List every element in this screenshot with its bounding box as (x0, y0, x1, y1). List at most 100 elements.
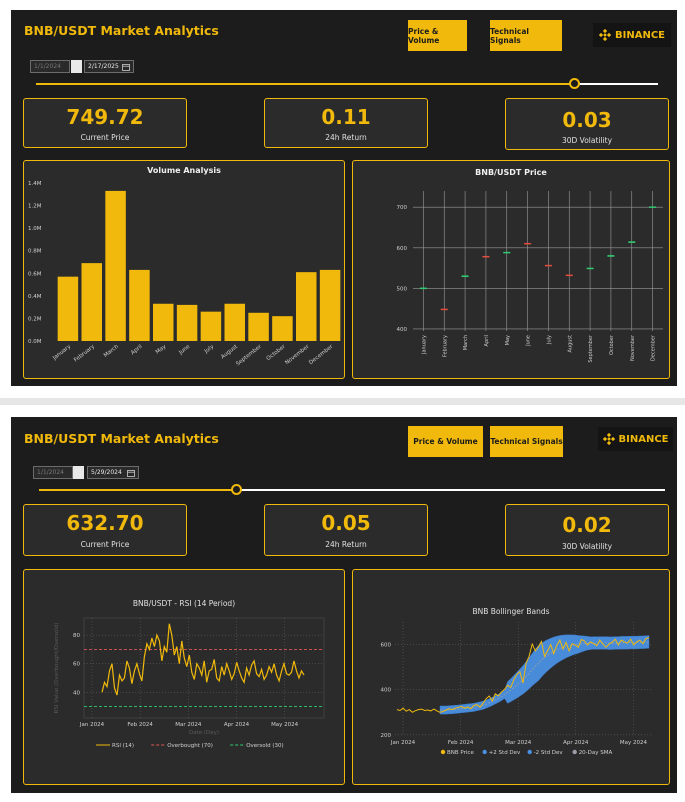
x-tick-label: March (103, 344, 120, 359)
x-tick-label: April (484, 335, 490, 346)
x-tick-label: August (567, 335, 573, 353)
end-date-value: 5/29/2024 (91, 469, 122, 476)
dashboard-panel-2: BNB/USDT Market Analytics Price & Volume… (11, 417, 677, 793)
legend-label: +2 Std Dev (489, 750, 521, 756)
price-candle (565, 274, 573, 277)
app-title: BNB/USDT Market Analytics (24, 23, 219, 38)
x-tick-label: Mar 2024 (175, 722, 202, 728)
kpi-value: 749.72 (66, 105, 144, 129)
x-tick-label: October (266, 343, 288, 362)
calendar-icon[interactable] (127, 469, 135, 477)
x-tick-label: Feb 2024 (127, 722, 153, 728)
date-slider-thumb[interactable] (569, 78, 580, 89)
technical-signals-button[interactable]: Technical Signals (490, 426, 563, 457)
y-tick-label: 1.4M (28, 181, 42, 187)
x-tick-label: November (284, 343, 311, 366)
start-date-input[interactable]: 1/1/2024 (30, 60, 70, 73)
date-slider-track[interactable] (36, 83, 658, 85)
x-tick-label: January (51, 343, 72, 362)
kpi-label: Current Price (80, 133, 130, 142)
date-slider-track[interactable] (39, 489, 665, 491)
kpi-value: 0.02 (562, 513, 612, 537)
price-candle (419, 287, 427, 290)
bollinger-chart-panel: BNB Bollinger Bands 200 400 600 Jan 2024 Feb … (352, 569, 670, 785)
kpi-current-price: 749.72 Current Price (23, 98, 187, 148)
y-tick-label: 1.2M (28, 204, 42, 210)
end-date-input[interactable]: 2/17/2025 (84, 60, 134, 73)
dashboard-panel-1: BNB/USDT Market Analytics Price & Volume… (11, 10, 677, 386)
volume-bar (248, 312, 269, 341)
volume-bar (272, 316, 293, 341)
x-tick-label: May (155, 343, 168, 355)
volume-chart-panel: Volume Analysis 0.0M 0.2M 0.4M 0.6M 0.8M 1.0M 1… (23, 160, 345, 379)
app-title: BNB/USDT Market Analytics (24, 431, 219, 446)
y-tick-label: 600 (397, 246, 408, 252)
start-date-input[interactable]: 1/1/2024 (33, 466, 73, 479)
volume-bar (319, 269, 341, 341)
calendar-icon[interactable] (122, 63, 130, 71)
chart-title: BNB Bollinger Bands (472, 607, 549, 616)
x-tick-label: June (177, 343, 191, 356)
x-tick-label: Apr 2024 (224, 722, 250, 728)
kpi-label: 30D Volatility (561, 136, 613, 145)
y-tick-label: 400 (397, 327, 408, 333)
x-tick-label: March (463, 335, 469, 350)
kpi-24h-return: 0.05 24h Return (264, 504, 428, 556)
x-tick-label: Mar 2024 (505, 740, 532, 746)
legend-label: Oversold (30) (246, 743, 284, 749)
x-tick-label: Apr 2024 (563, 740, 589, 746)
technical-signals-button[interactable]: Technical Signals (490, 20, 562, 51)
chart-title: BNB/USDT - RSI (14 Period) (133, 599, 235, 608)
date-slider-fill (39, 489, 236, 491)
kpi-value: 0.05 (321, 511, 371, 535)
x-tick-label: November (630, 334, 636, 361)
x-tick-label: Jan 2024 (79, 722, 105, 728)
legend-label: 20-Day SMA (579, 750, 613, 756)
logo-text: BINANCE (618, 433, 669, 445)
date-slider-thumb[interactable] (231, 484, 242, 495)
price-candle (482, 255, 490, 258)
legend-label: BNB Price (447, 750, 474, 756)
bollinger-chart: BNB Bollinger Bands 200 400 600 Jan 2024 Feb … (381, 607, 651, 756)
volume-bar (81, 263, 102, 341)
date-separator (71, 60, 82, 73)
kpi-current-price: 632.70 Current Price (23, 504, 187, 556)
price-volume-button[interactable]: Price & Volume (408, 426, 483, 457)
legend-label: -2 Std Dev (534, 750, 564, 756)
price-candle (586, 267, 594, 270)
x-tick-label: February (442, 335, 448, 357)
volume-chart: Volume Analysis 0.0M 0.2M 0.4M 0.6M 0.8M 1.0M 1… (28, 166, 341, 367)
x-tick-label: May 2024 (271, 722, 299, 728)
kpi-label: 30D Volatility (561, 542, 613, 551)
x-tick-label: September (235, 343, 263, 367)
y-tick-label: 0.0M (28, 339, 42, 345)
x-tick-label: September (588, 334, 594, 363)
price-candle (628, 241, 636, 243)
y-tick-label: 60 (73, 662, 80, 668)
rsi-chart-panel: BNB/USDT - RSI (14 Period) 40 60 80 Jan 2024… (23, 569, 345, 785)
rsi-chart: BNB/USDT - RSI (14 Period) 40 60 80 Jan 2024… (54, 599, 325, 749)
binance-diamond-icon (599, 29, 611, 41)
y-tick-label: 0.4M (28, 294, 42, 300)
x-tick-label: August (220, 343, 240, 360)
price-volume-button[interactable]: Price & Volume (408, 20, 467, 51)
x-tick-label: October (609, 334, 615, 355)
x-tick-label: Jan 2024 (390, 740, 416, 746)
y-tick-label: 500 (397, 286, 408, 292)
y-tick-label: 80 (73, 633, 80, 639)
volume-bar (296, 272, 317, 341)
date-slider-fill (36, 83, 575, 85)
x-tick-label: February (73, 343, 96, 363)
y-tick-label: 400 (381, 688, 392, 694)
x-tick-label: April (130, 344, 144, 357)
kpi-value: 632.70 (66, 511, 144, 535)
x-tick-label: December (651, 334, 657, 361)
logo-text: BINANCE (615, 29, 665, 41)
x-tick-label: May (505, 335, 511, 345)
kpi-30d-volatility: 0.03 30D Volatility (505, 98, 669, 150)
end-date-input[interactable]: 5/29/2024 (87, 466, 139, 479)
price-chart: BNB/USDT Price 400 500 600 700 January Februar… (397, 168, 663, 363)
rsi-line (101, 623, 305, 696)
kpi-label: 24h Return (325, 133, 367, 142)
binance-diamond-icon (602, 433, 615, 445)
